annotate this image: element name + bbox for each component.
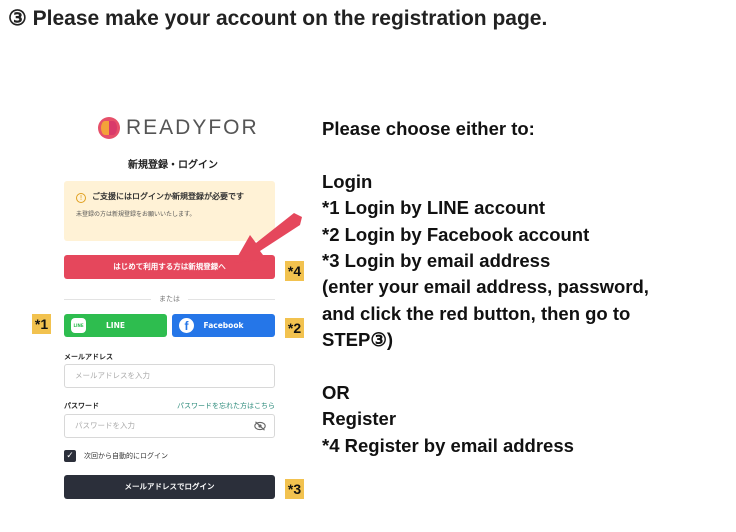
- tag-3: *3: [285, 479, 304, 499]
- tag-4: *4: [285, 261, 304, 281]
- instruction-line: Register: [322, 408, 397, 430]
- instruction-line: *1 Login by LINE account: [322, 197, 546, 219]
- instruction-line: *3 Login by email address: [322, 250, 551, 272]
- line-button-label: LINE: [106, 321, 125, 330]
- remember-checkbox[interactable]: ✓: [64, 450, 76, 462]
- instruction-line: OR: [322, 382, 350, 404]
- password-placeholder: パスワードを入力: [75, 421, 135, 430]
- email-field[interactable]: メールアドレスを入力: [64, 364, 275, 388]
- divider: または: [64, 294, 275, 304]
- page-heading: ③ Please make your account on the regist…: [8, 7, 548, 30]
- remember-label: 次回から自動的にログイン: [84, 452, 168, 460]
- forgot-password-link[interactable]: パスワードを忘れた方はこちら: [172, 401, 275, 411]
- info-icon: !: [76, 193, 86, 203]
- instruction-line: (enter your email address, password,: [322, 276, 649, 298]
- tag-1: *1: [32, 314, 51, 334]
- instruction-line: Please choose either to:: [322, 118, 535, 139]
- notice-title: ご支援にはログインか新規登録が必要です: [92, 192, 244, 201]
- instruction-line: *2 Login by Facebook account: [322, 223, 590, 245]
- line-login-button[interactable]: LINE LINE: [64, 314, 167, 337]
- instruction-line: STEP③): [322, 329, 394, 351]
- tag-2: *2: [285, 318, 304, 338]
- instruction-line: and click the red button, then go to: [322, 302, 631, 324]
- instruction-line: Login: [322, 170, 373, 192]
- divider-text: または: [159, 295, 180, 303]
- eye-off-icon[interactable]: [254, 421, 266, 431]
- readyfor-logo: READYFOR: [98, 116, 259, 140]
- facebook-button-label: Facebook: [203, 321, 244, 330]
- password-label: パスワード: [64, 402, 99, 410]
- readyfor-logo-mark: [98, 117, 120, 139]
- instructions: Please choose either to: Login *1 Login …: [322, 116, 649, 459]
- facebook-login-button[interactable]: f Facebook: [172, 314, 275, 337]
- password-field[interactable]: パスワードを入力: [64, 414, 275, 438]
- email-login-button[interactable]: メールアドレスでログイン: [64, 475, 275, 499]
- email-label: メールアドレス: [64, 353, 113, 361]
- instruction-line: *4 Register by email address: [322, 434, 574, 456]
- page-title: 新規登録・ログイン: [128, 160, 218, 171]
- logo-text: READYFOR: [126, 116, 259, 139]
- remember-me[interactable]: ✓ 次回から自動的にログイン: [64, 450, 168, 462]
- email-placeholder: メールアドレスを入力: [75, 371, 150, 380]
